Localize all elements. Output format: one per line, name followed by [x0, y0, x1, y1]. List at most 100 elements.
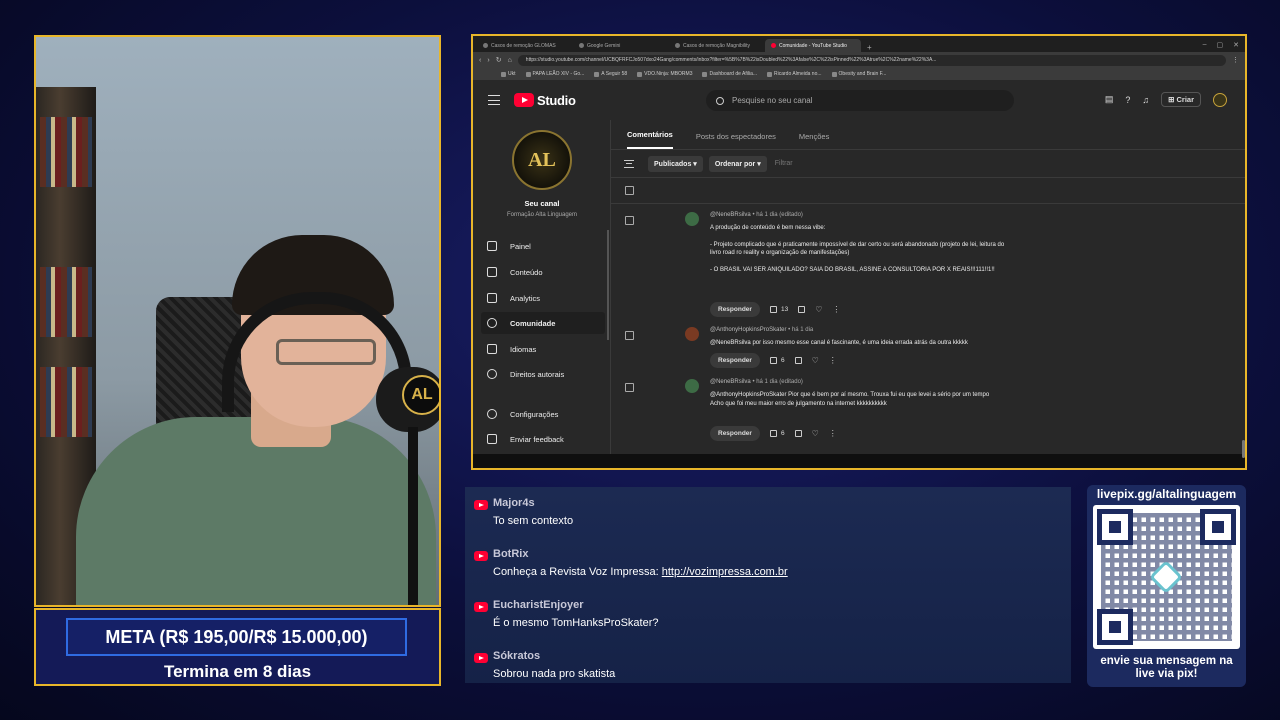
header-actions: ▤ ? ♫ ⊞ Criar [1105, 92, 1227, 107]
url-field[interactable]: https://studio.youtube.com/channel/UCBQF… [517, 54, 1226, 66]
help-icon[interactable]: ? [1125, 95, 1130, 105]
comment-author[interactable]: @NeneBRsilva [710, 379, 751, 385]
more-options-icon[interactable]: ⋮ [829, 356, 837, 365]
comment-checkbox[interactable] [625, 383, 634, 392]
maximize-button[interactable]: ▢ [1217, 41, 1224, 49]
filter-input[interactable]: Filtrar [775, 160, 793, 167]
reply-button[interactable]: Responder [710, 426, 760, 441]
sidebar-item-configuracoes[interactable]: Configurações [481, 403, 605, 425]
goal-deadline: Termina em 8 dias [163, 662, 312, 681]
reload-icon[interactable]: ↻ [496, 56, 502, 64]
thumbs-down-icon[interactable] [798, 306, 806, 313]
sidebar-scrollbar[interactable] [607, 230, 609, 340]
search-placeholder: Pesquise no seu canal [732, 96, 813, 105]
like-button[interactable]: 13 [769, 306, 788, 313]
bookmarks-bar: Ukt PAPA LEÃO XIV - Go... A Seguir 58 VD… [473, 68, 1245, 80]
chat-text: Conheça a Revista Voz Impressa: http://v… [493, 566, 788, 578]
comment-time: há 1 dia (editado) [756, 379, 803, 385]
dashboard-icon [487, 241, 497, 251]
like-button[interactable]: 6 [769, 357, 785, 364]
heart-icon[interactable]: ♡ [812, 356, 819, 365]
bookmark-item[interactable]: VDO.Ninja: MBORM3 [637, 71, 692, 77]
filter-icon[interactable] [624, 159, 634, 168]
comment-actions: Responder 13 ♡ ⋮ [710, 302, 840, 317]
thumbs-down-icon[interactable] [794, 430, 802, 437]
thumbs-down-icon[interactable] [794, 357, 802, 364]
published-filter-chip[interactable]: Publicados ▾ [648, 155, 703, 172]
heart-icon[interactable]: ♡ [812, 429, 819, 438]
bookmark-item[interactable]: Ricardo Almeida no... [767, 71, 822, 77]
commenter-avatar[interactable] [685, 327, 699, 341]
sidebar-item-painel[interactable]: Painel [481, 235, 605, 257]
tab-favicon-icon [579, 43, 584, 48]
new-tab-button[interactable]: + [861, 43, 878, 52]
notifications-bell-icon[interactable]: ♫ [1142, 95, 1149, 105]
browser-tab[interactable]: Casos de remoção Magnibility [669, 39, 765, 52]
close-window-button[interactable]: ✕ [1233, 41, 1239, 49]
tab-favicon-icon [675, 43, 680, 48]
messages-icon[interactable]: ▤ [1105, 94, 1114, 105]
chat-link[interactable]: http://vozimpressa.com.br [662, 566, 788, 578]
goal-title: META (R$ 195,00/R$ 15.000,00) [66, 618, 407, 656]
bookmark-item[interactable]: Ukt [501, 71, 516, 77]
sidebar-item-conteudo[interactable]: Conteúdo [481, 261, 605, 283]
window-controls: – ▢ ✕ [1197, 41, 1245, 52]
sort-by-dropdown[interactable]: Ordenar por ▾ [708, 155, 767, 172]
forward-icon[interactable]: › [487, 57, 489, 64]
tab-comentarios[interactable]: Comentários [627, 130, 673, 149]
youtube-icon [474, 602, 488, 612]
browser-tab[interactable]: Casos de remoção GLOMAS [477, 39, 573, 52]
comment-author[interactable]: @AnthonyHopkinsProSkater [710, 327, 786, 333]
create-button[interactable]: ⊞ Criar [1161, 92, 1201, 107]
sidebar-item-enviar-feedback[interactable]: Enviar feedback [481, 428, 605, 450]
extensions-icon[interactable]: ⋮ [1232, 56, 1239, 64]
youtube-icon [474, 551, 488, 561]
comment-checkbox[interactable] [625, 331, 634, 340]
bookmark-item[interactable]: Obesity and Brain F... [831, 71, 886, 77]
studio-logo[interactable]: Studio [514, 93, 576, 108]
home-icon[interactable]: ⌂ [508, 57, 512, 64]
filter-bar: Publicados ▾ Ordenar por ▾ Filtrar [611, 150, 1245, 178]
pix-url: livepix.gg/altalinguagem [1096, 487, 1237, 501]
sidebar-item-comunidade[interactable]: Comunidade [481, 312, 605, 334]
browser-tab-active[interactable]: Comunidade - YouTube Studio [765, 39, 861, 52]
sidebar-item-analytics[interactable]: Analytics [481, 287, 605, 309]
chat-author: Major4s [493, 497, 535, 509]
commenter-avatar[interactable] [685, 379, 699, 393]
back-icon[interactable]: ‹ [479, 57, 481, 64]
comments-scrollbar[interactable] [1242, 440, 1245, 458]
comment-author[interactable]: @NeneBRsilva [710, 212, 751, 218]
reply-button[interactable]: Responder [710, 302, 760, 317]
sidebar-item-direitos-autorais[interactable]: Direitos autorais [481, 363, 605, 385]
like-button[interactable]: 6 [769, 430, 785, 437]
channel-avatar[interactable]: AL [512, 130, 572, 190]
subtitles-icon [487, 344, 497, 354]
mic-badge: AL [402, 375, 439, 415]
tab-mencoes[interactable]: Menções [799, 132, 829, 149]
bookmark-item[interactable]: Dashboard de Afilia... [702, 71, 757, 77]
select-all-checkbox[interactable] [625, 186, 634, 195]
browser-tab[interactable]: Google Gemini [573, 39, 669, 52]
search-icon [716, 96, 724, 105]
sidebar-item-idiomas[interactable]: Idiomas [481, 338, 605, 360]
youtube-studio: Studio Pesquise no seu canal ▤ ? ♫ ⊞ Cri… [473, 80, 1245, 458]
chat-author: Sókratos [493, 650, 541, 662]
bookmark-item[interactable]: A Seguir 58 [594, 71, 627, 77]
comment-text: A produção de conteúdo é bem nessa vibe:… [710, 225, 1005, 273]
more-options-icon[interactable]: ⋮ [832, 305, 840, 314]
commenter-avatar[interactable] [685, 212, 699, 226]
comment-checkbox[interactable] [625, 216, 634, 225]
comment-meta: @NeneBRsilva • há 1 dia (editado) [710, 212, 803, 218]
minimize-button[interactable]: – [1203, 41, 1207, 49]
account-avatar[interactable] [1213, 92, 1227, 107]
bookmark-item[interactable]: PAPA LEÃO XIV - Go... [525, 71, 584, 77]
thumbs-up-icon [769, 357, 777, 364]
community-icon [487, 318, 497, 328]
books [40, 117, 92, 187]
channel-search-input[interactable]: Pesquise no seu canal [706, 90, 1014, 111]
hamburger-menu-icon[interactable] [488, 95, 500, 105]
more-options-icon[interactable]: ⋮ [829, 429, 837, 438]
tab-posts-espectadores[interactable]: Posts dos espectadores [696, 132, 776, 149]
heart-icon[interactable]: ♡ [815, 305, 822, 314]
reply-button[interactable]: Responder [710, 353, 760, 368]
